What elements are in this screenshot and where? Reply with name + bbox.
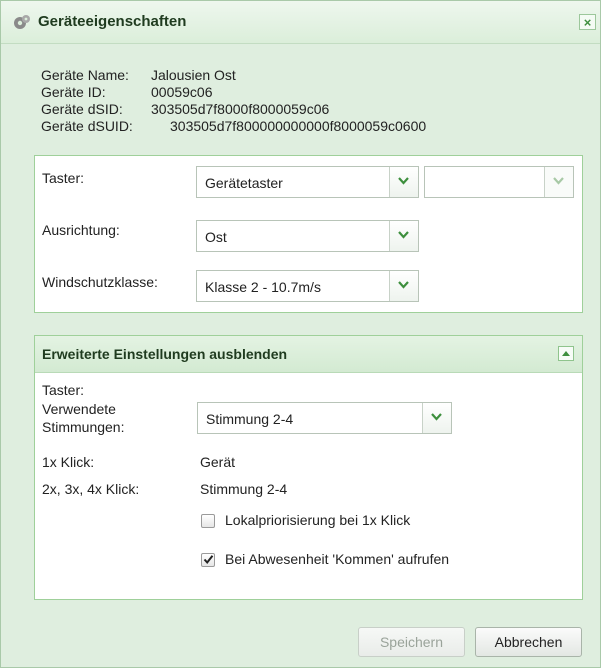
basic-settings-panel: Taster: Gerätetaster Ausrichtung: Ost Wi… — [34, 155, 583, 313]
taster-select[interactable]: Gerätetaster — [196, 166, 419, 198]
advanced-settings-header[interactable]: Erweiterte Einstellungen ausblenden — [35, 336, 582, 373]
taster-label: Taster: — [42, 170, 85, 186]
lokalpriorisierung-checkbox[interactable] — [201, 514, 215, 528]
stimmungen-label-line2: Stimmungen: — [42, 419, 125, 435]
windschutz-label: Windschutzklasse: — [42, 274, 158, 290]
abwesenheit-label[interactable]: Bei Abwesenheit 'Kommen' aufrufen — [225, 551, 449, 567]
chevron-down-icon[interactable] — [389, 167, 418, 197]
chevron-down-icon[interactable] — [389, 221, 418, 251]
checkmark-icon — [203, 555, 214, 565]
dialog-title: Geräteeigenschaften — [38, 13, 187, 30]
chevron-down-icon[interactable] — [422, 403, 451, 433]
click1-value: Gerät — [200, 454, 236, 470]
ausrichtung-label: Ausrichtung: — [42, 222, 120, 238]
chevron-down-icon[interactable] — [389, 271, 418, 301]
advanced-settings-panel: Erweiterte Einstellungen ausblenden Tast… — [34, 335, 583, 600]
click234-label: 2x, 3x, 4x Klick: — [42, 481, 140, 497]
save-button[interactable]: Speichern — [358, 627, 465, 657]
ausrichtung-select[interactable]: Ost — [196, 220, 419, 252]
device-dsid-value: 303505d7f8000f8000059c06 — [151, 101, 330, 117]
device-dsuid-value: 303505d7f800000000000f8000059c0600 — [170, 118, 427, 134]
device-name-value: Jalousien Ost — [151, 67, 236, 83]
abwesenheit-checkbox[interactable] — [201, 553, 215, 567]
advanced-settings-title: Erweiterte Einstellungen ausblenden — [42, 346, 288, 362]
click234-value: Stimmung 2-4 — [200, 481, 288, 497]
adv-taster-label: Taster: — [42, 382, 85, 398]
cancel-button[interactable]: Abbrechen — [475, 627, 582, 657]
stimmungen-label-line1: Verwendete — [42, 401, 116, 417]
device-settings-icon — [13, 14, 31, 30]
taster-select-value: Gerätetaster — [205, 175, 283, 191]
device-id-label: Geräte ID: — [41, 84, 106, 100]
ausrichtung-select-value: Ost — [205, 229, 227, 245]
taster-secondary-select[interactable] — [424, 166, 574, 198]
lokalpriorisierung-label[interactable]: Lokalpriorisierung bei 1x Klick — [225, 512, 410, 528]
device-name-label: Geräte Name: — [41, 67, 129, 83]
windschutz-select[interactable]: Klasse 2 - 10.7m/s — [196, 270, 419, 302]
click1-label: 1x Klick: — [42, 454, 95, 470]
collapse-icon[interactable] — [558, 346, 574, 361]
device-info: Geräte Name: Jalousien Ost Geräte ID: 0005… — [41, 67, 426, 135]
device-dsuid-label: Geräte dSUID: — [41, 118, 133, 134]
device-properties-dialog: Geräteeigenschaften × Geräte Name: Jalous… — [0, 0, 601, 668]
windschutz-select-value: Klasse 2 - 10.7m/s — [205, 279, 321, 295]
stimmungen-select[interactable]: Stimmung 2-4 — [197, 402, 452, 434]
dialog-titlebar[interactable]: Geräteeigenschaften × — [1, 1, 600, 44]
stimmungen-select-value: Stimmung 2-4 — [206, 411, 294, 427]
chevron-down-icon[interactable] — [544, 167, 573, 197]
device-dsid-label: Geräte dSID: — [41, 101, 123, 117]
device-id-value: 00059c06 — [151, 84, 213, 100]
close-icon[interactable]: × — [579, 14, 596, 30]
